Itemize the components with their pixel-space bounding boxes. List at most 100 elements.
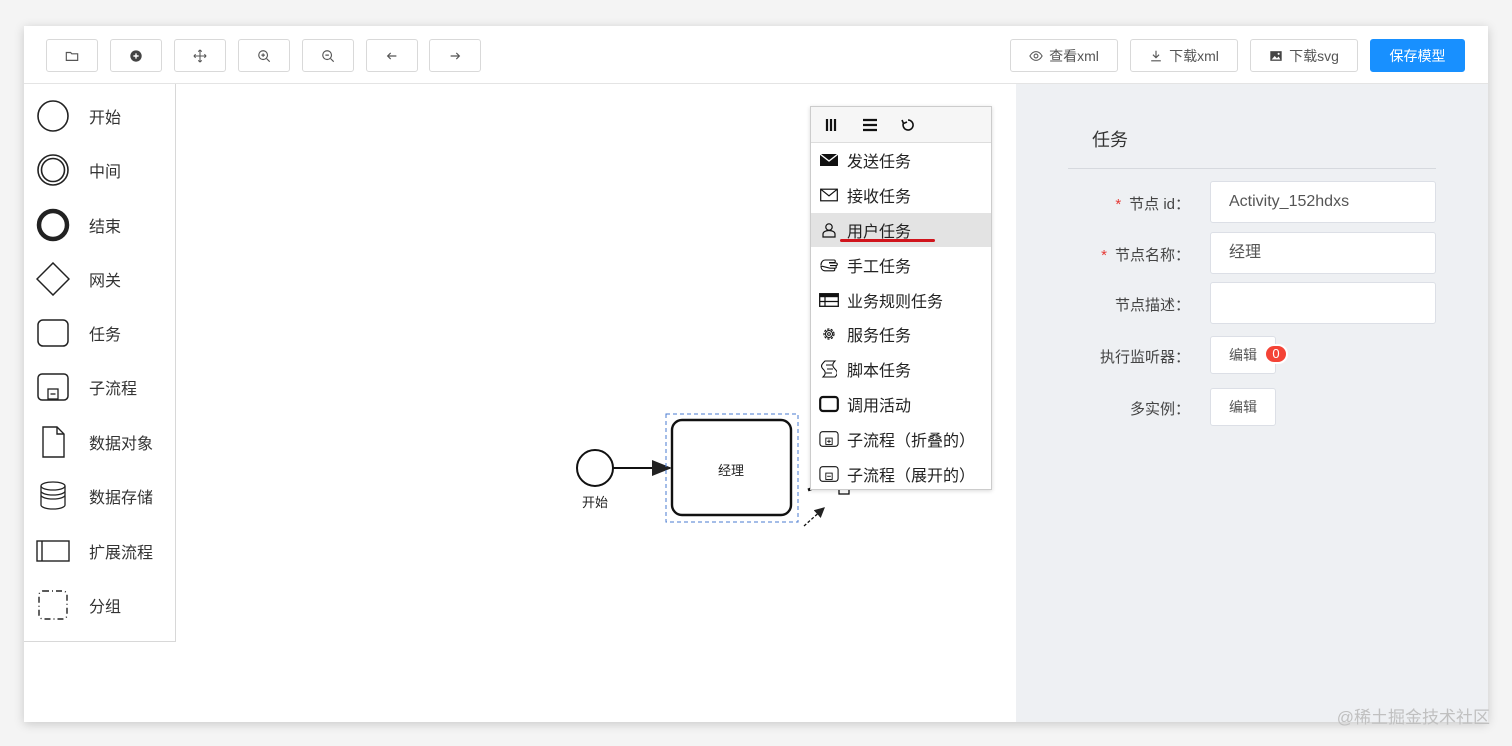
start-event-label: 开始 — [582, 495, 609, 510]
listener-count-badge: 0 — [1264, 344, 1288, 364]
zoom-in-button[interactable] — [238, 39, 290, 72]
redo-button[interactable] — [429, 39, 481, 72]
palette-label: 数据对象 — [89, 436, 154, 453]
end-event-icon — [35, 207, 71, 243]
node-name-row: * 节点名称： 经理 — [1016, 232, 1488, 274]
palette-label: 数据存储 — [89, 490, 154, 507]
palette-item-start[interactable]: 开始 — [24, 89, 174, 143]
save-model-button[interactable]: 保存模型 — [1370, 39, 1465, 72]
arrow-right-icon — [450, 52, 461, 59]
node-desc-input[interactable] — [1210, 282, 1436, 324]
open-file-button[interactable] — [46, 39, 98, 72]
menu-item-label: 接收任务 — [847, 189, 912, 207]
create-new-button[interactable] — [110, 39, 162, 72]
palette-item-task[interactable]: 任务 — [24, 306, 174, 360]
listener-row: 执行监听器： 编辑 0 — [1016, 336, 1488, 378]
intermediate-event-icon — [35, 152, 71, 188]
palette-label: 分组 — [89, 599, 122, 616]
download-svg-button[interactable]: 下载svg — [1250, 39, 1358, 72]
menu-item-label: 脚本任务 — [847, 363, 912, 381]
palette-item-group[interactable]: 分组 — [24, 578, 174, 632]
palette-label: 结束 — [89, 219, 122, 236]
view-xml-button[interactable]: 查看xml — [1010, 39, 1118, 72]
download-xml-button[interactable]: 下载xml — [1130, 39, 1238, 72]
menu-item-business-rule-task[interactable]: 业务规则任务 — [811, 282, 991, 317]
node-name-input[interactable]: 经理 — [1210, 232, 1436, 274]
menu-item-send-task[interactable]: 发送任务 — [811, 143, 991, 178]
script-icon — [819, 359, 839, 379]
call-activity-icon — [819, 394, 839, 414]
panel-divider — [1068, 168, 1436, 169]
zoom-out-icon — [322, 49, 335, 62]
multi-instance-row: 多实例： 编辑 — [1016, 388, 1488, 430]
start-event-icon — [35, 98, 71, 134]
columns-icon[interactable] — [823, 116, 841, 134]
hand-icon — [819, 255, 839, 275]
view-xml-label: 查看xml — [1049, 47, 1099, 64]
node-id-input[interactable]: Activity_152hdxs — [1210, 181, 1436, 223]
send-envelope-icon — [819, 150, 839, 170]
zoom-out-button[interactable] — [302, 39, 354, 72]
start-event-shape[interactable] — [576, 449, 614, 487]
menu-item-label: 手工任务 — [847, 258, 912, 276]
menu-item-label: 子流程（展开的） — [847, 467, 976, 485]
palette-item-gateway[interactable]: 网关 — [24, 252, 174, 306]
expanded-subprocess-icon — [819, 464, 839, 484]
receive-envelope-icon — [819, 185, 839, 205]
menu-item-script-task[interactable]: 脚本任务 — [811, 352, 991, 387]
palette-item-pool[interactable]: 扩展流程 — [24, 524, 174, 578]
list-icon[interactable] — [861, 116, 879, 134]
collapsed-subprocess-icon — [819, 429, 839, 449]
menu-item-call-activity[interactable]: 调用活动 — [811, 387, 991, 422]
menu-item-receive-task[interactable]: 接收任务 — [811, 178, 991, 213]
element-palette: 开始 中间 结束 网关 任务 子流程 数据对象 数据存储 扩展流程 分组 — [24, 84, 176, 642]
palette-label: 网关 — [89, 273, 122, 290]
pool-icon — [35, 533, 71, 569]
image-icon — [1270, 50, 1282, 61]
node-name-label: 节点名称： — [1114, 247, 1190, 264]
node-desc-label: 节点描述： — [1114, 297, 1190, 314]
palette-label: 扩展流程 — [89, 545, 154, 562]
palette-item-subprocess[interactable]: 子流程 — [24, 360, 174, 414]
group-icon — [35, 587, 71, 623]
node-id-label: 节点 id： — [1129, 196, 1190, 213]
menu-item-subprocess-expanded[interactable]: 子流程（展开的） — [811, 456, 991, 491]
zoom-in-icon — [258, 49, 271, 62]
palette-label: 子流程 — [89, 381, 138, 398]
panel-title: 任务 — [1092, 130, 1128, 150]
undo-button[interactable] — [366, 39, 418, 72]
move-arrows-icon — [193, 49, 207, 62]
palette-item-data-store[interactable]: 数据存储 — [24, 469, 174, 523]
menu-item-label: 业务规则任务 — [847, 293, 944, 311]
data-store-icon — [35, 478, 71, 514]
palette-item-data-object[interactable]: 数据对象 — [24, 415, 174, 469]
palette-item-intermediate[interactable]: 中间 — [24, 143, 174, 197]
download-svg-label: 下载svg — [1289, 47, 1339, 64]
eye-icon — [1029, 50, 1043, 61]
data-object-icon — [35, 424, 71, 460]
listener-label: 执行监听器： — [1099, 349, 1190, 366]
menu-item-label: 子流程（折叠的） — [847, 432, 976, 450]
arrow-left-icon — [386, 52, 397, 59]
gear-icon — [819, 324, 839, 344]
plus-circle-icon — [130, 49, 142, 62]
menu-item-manual-task[interactable]: 手工任务 — [811, 247, 991, 282]
menu-item-label: 服务任务 — [847, 328, 912, 346]
menu-item-subprocess-collapsed[interactable]: 子流程（折叠的） — [811, 421, 991, 456]
menu-item-user-task[interactable]: 用户任务 — [811, 212, 991, 248]
task-label: 经理 — [718, 463, 745, 478]
move-button[interactable] — [174, 39, 226, 72]
palette-label: 中间 — [89, 164, 122, 181]
replace-menu: 发送任务 接收任务 用户任务 手工任务 业务规则任务 服务任务 脚本任务 调用活… — [810, 106, 992, 490]
multi-instance-edit-button[interactable]: 编辑 — [1210, 388, 1276, 426]
highlight-underline — [840, 239, 935, 242]
menu-item-service-task[interactable]: 服务任务 — [811, 317, 991, 352]
toolbar: 查看xml 下载xml 下载svg 保存模型 — [24, 26, 1488, 84]
bpmn-editor-window: 查看xml 下载xml 下载svg 保存模型 开始 中间 结束 网关 任务 子流… — [24, 26, 1488, 722]
watermark: @稀土掘金技术社区 — [1336, 708, 1490, 727]
properties-panel: 任务 * 节点 id： Activity_152hdxs * 节点名称： 经理 节点… — [1016, 84, 1488, 722]
reset-icon[interactable] — [899, 116, 917, 134]
save-model-label: 保存模型 — [1389, 47, 1446, 64]
connect-icon[interactable] — [803, 507, 825, 527]
palette-item-end[interactable]: 结束 — [24, 198, 174, 252]
